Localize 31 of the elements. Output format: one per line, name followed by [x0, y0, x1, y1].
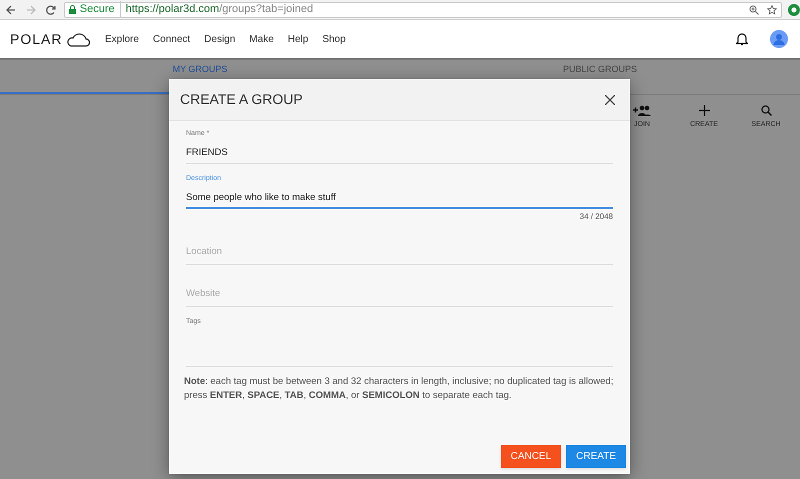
- input-field[interactable]: Some people who like to make stuff: [186, 187, 613, 209]
- dialog-title: CREATE A GROUP: [180, 90, 303, 109]
- nav-link[interactable]: Design: [204, 32, 236, 46]
- address-bar[interactable]: Secure https://polar3d.com/groups?tab=joined: [64, 2, 782, 18]
- extension-icon[interactable]: [788, 4, 800, 16]
- star-icon[interactable]: [767, 4, 778, 14]
- nav-link[interactable]: Connect: [152, 32, 190, 46]
- reload-icon[interactable]: [46, 4, 56, 14]
- search-icon: [760, 105, 772, 116]
- tags-note: Note: each tag must be between 3 and 32 characters in length, inclusive; no duplicated tag is allowed; press ENTER, SPACE, TAB, COMMA, or SEMICOLON to separate each tag.: [183, 375, 614, 403]
- plus-icon: [698, 105, 710, 116]
- input-field[interactable]: Location: [186, 233, 613, 265]
- character-counter: 34 / 2048: [580, 211, 613, 223]
- nav-link[interactable]: Shop: [322, 32, 346, 46]
- nav-link[interactable]: Help: [288, 32, 308, 46]
- avatar-icon[interactable]: [770, 30, 788, 48]
- secure-label: Secure: [80, 1, 121, 18]
- url-text: https://polar3d.com/groups?tab=joined: [126, 2, 314, 18]
- nav-link[interactable]: Make: [249, 32, 274, 46]
- input-field[interactable]: FRIENDS: [186, 142, 613, 164]
- cloud-icon[interactable]: [66, 31, 90, 47]
- zoom-icon[interactable]: [749, 4, 760, 14]
- lock-icon: [68, 5, 76, 14]
- create-button[interactable]: CREATE: [566, 445, 626, 468]
- nav-link[interactable]: Explore: [105, 32, 139, 46]
- add-people-icon: [633, 105, 651, 116]
- input-field[interactable]: Website: [186, 275, 613, 307]
- close-icon[interactable]: [605, 94, 615, 104]
- logo-text[interactable]: POLAR: [10, 28, 62, 50]
- back-icon[interactable]: [6, 4, 16, 14]
- notification-bell-icon[interactable]: [736, 32, 748, 46]
